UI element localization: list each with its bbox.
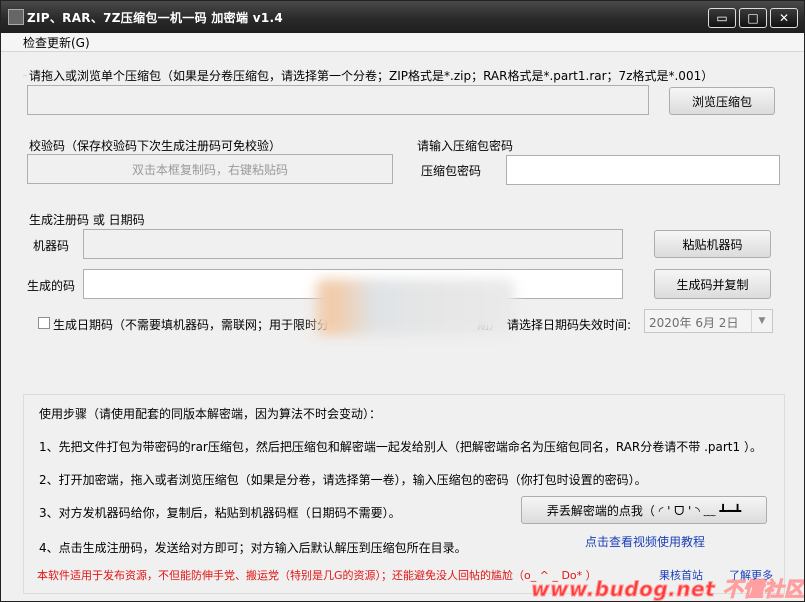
date-code-checkbox-label: 生成日期码（不需要填机器码，需联网；用于限时分	[53, 318, 330, 332]
archive-password-input[interactable]	[506, 155, 780, 185]
menu-bar: 检查更新(G)	[1, 33, 804, 52]
chevron-down-icon[interactable]: ▼	[751, 310, 772, 332]
help-step-4: 4、点击生成注册码，发送给对方即可；对方输入后默认解压到压缩包所在目录。	[39, 541, 467, 555]
expiry-date-value: 2020年 6月 2日	[649, 316, 739, 330]
generate-group-label: 生成注册码 或 日期码	[29, 213, 145, 227]
help-step-2: 2、打开加密端，拖入或者浏览压缩包（如果是分卷，请选择第一卷），输入压缩包的密码…	[39, 473, 647, 487]
password-group-label: 请输入压缩包密码	[417, 139, 514, 153]
lost-decryptor-button[interactable]: 弄丢解密端的点我（ ◜ ' ᗜ ' ◝ ﹏ ┻━┻	[521, 496, 767, 524]
file-instructions: 请拖入或浏览单个压缩包（如果是分卷压缩包，请选择第一个分卷；ZIP格式是*.zi…	[29, 69, 714, 83]
help-step-3: 3、对方发机器码给你，复制后，粘贴到机器码框（日期码不需要）。	[39, 506, 401, 520]
group-line	[23, 75, 27, 76]
expiry-date-picker[interactable]: 2020年 6月 2日 ▼	[644, 309, 773, 333]
maximize-button[interactable]: □	[739, 8, 767, 28]
archive-path-input[interactable]	[27, 85, 649, 115]
generate-and-copy-button[interactable]: 生成码并复制	[654, 269, 771, 299]
help-panel	[23, 394, 785, 594]
browse-archive-button[interactable]: 浏览压缩包	[669, 87, 775, 115]
paste-machine-code-button[interactable]: 粘贴机器码	[654, 230, 771, 258]
verify-code-label: 校验码（保存校验码下次生成注册码可免校验）	[29, 139, 282, 153]
help-heading: 使用步骤（请使用配套的同版本解密端，因为算法不时会变动）：	[39, 407, 382, 421]
app-window: ZIP、RAR、7Z压缩包一机一码 加密端 v1.4 ▭ □ ✕ 检查更新(G)…	[0, 0, 805, 602]
video-tutorial-link[interactable]: 点击查看视频使用教程	[585, 533, 705, 550]
window-title: ZIP、RAR、7Z压缩包一机一码 加密端 v1.4	[27, 11, 284, 25]
date-code-checkbox[interactable]	[38, 317, 50, 329]
blurred-overlay	[315, 279, 515, 335]
menu-check-update[interactable]: 检查更新(G)	[23, 34, 90, 51]
machine-code-input[interactable]	[83, 229, 623, 259]
password-field-label: 压缩包密码	[421, 164, 482, 178]
machine-code-label: 机器码	[33, 239, 70, 253]
date-prompt-label: 请选择日期码失效时间:	[507, 318, 632, 332]
app-icon	[8, 9, 24, 25]
verify-code-field[interactable]: 双击本框复制码，右键粘贴码	[27, 154, 393, 184]
title-bar: ZIP、RAR、7Z压缩包一机一码 加密端 v1.4 ▭ □ ✕	[1, 1, 804, 33]
help-step-1: 1、先把文件打包为带密码的rar压缩包，然后把压缩包和解密端一起发给别人（把解密…	[39, 440, 762, 454]
close-button[interactable]: ✕	[770, 8, 798, 28]
minimize-button[interactable]: ▭	[708, 8, 736, 28]
generated-code-label: 生成的码	[27, 279, 76, 293]
usage-notice: 本软件适用于发布资源，不但能防伸手党、搬运党（特别是几G的资源）；还能避免没人回…	[37, 569, 597, 582]
site-watermark: www.budog.net 不懂社区	[531, 577, 805, 602]
